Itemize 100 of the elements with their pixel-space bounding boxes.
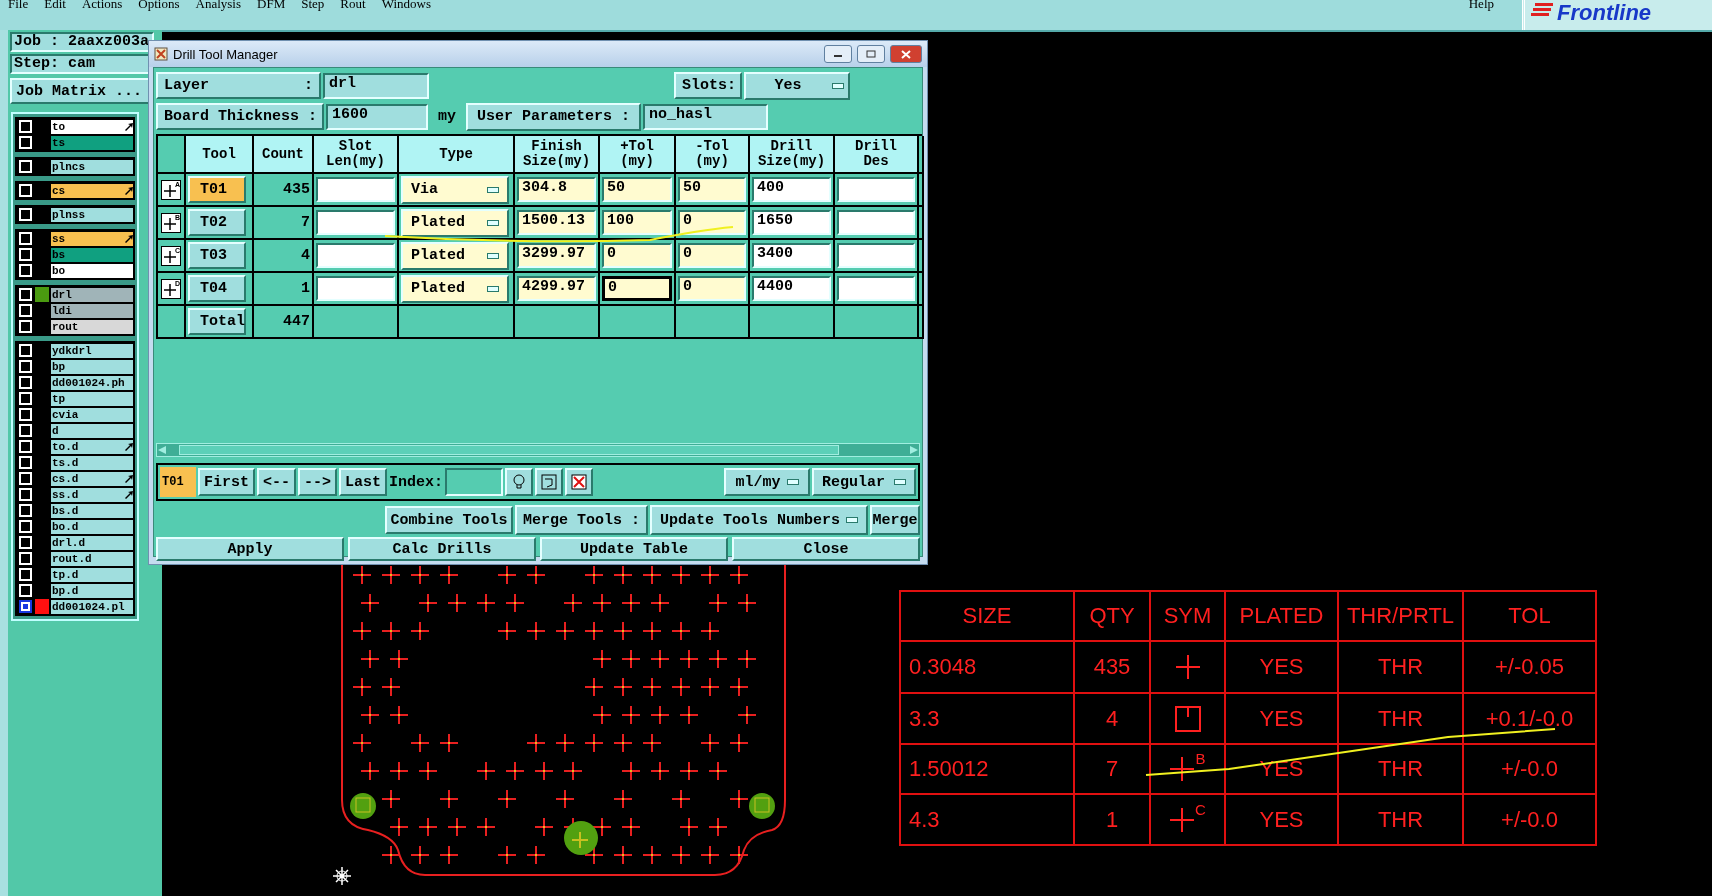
input-field[interactable]: 0 bbox=[678, 210, 746, 235]
layer-item[interactable]: cs.d bbox=[51, 471, 133, 486]
tool-button[interactable]: T04 bbox=[188, 275, 246, 302]
layer-name: ts bbox=[52, 136, 66, 149]
layer-item[interactable]: dd001024.ph bbox=[51, 375, 133, 390]
input-field[interactable]: 4299.97 bbox=[517, 276, 596, 301]
layer-item[interactable]: bs.d bbox=[51, 503, 133, 518]
input-field[interactable] bbox=[316, 210, 395, 235]
layer-checkbox[interactable] bbox=[19, 600, 32, 613]
layer-item[interactable]: dd001024.pl bbox=[51, 599, 133, 614]
scrollbar[interactable] bbox=[156, 443, 920, 457]
layer-item[interactable]: to.d bbox=[51, 439, 133, 454]
total-button[interactable]: Total bbox=[188, 308, 246, 335]
tool-button[interactable]: T01 bbox=[188, 176, 246, 203]
minimize-button[interactable] bbox=[824, 45, 852, 63]
input-field[interactable] bbox=[837, 177, 915, 202]
input-field[interactable]: 1500.13 bbox=[517, 210, 596, 235]
table-cell: +0.1/-0.0 bbox=[1485, 705, 1574, 732]
type-dropdown[interactable]: Plated bbox=[401, 208, 509, 237]
layer-item[interactable]: bp bbox=[51, 359, 133, 374]
layer-item[interactable]: rout.d bbox=[51, 551, 133, 566]
menu-item[interactable]: Step bbox=[293, 0, 333, 12]
input-field[interactable]: 400 bbox=[752, 177, 831, 202]
job-label: Job : 2aaxz003a bbox=[10, 32, 154, 52]
input-field[interactable]: 100 bbox=[602, 210, 672, 235]
close-button[interactable] bbox=[890, 45, 922, 63]
input-field[interactable]: 304.8 bbox=[517, 177, 596, 202]
input-field[interactable]: 0 bbox=[678, 243, 746, 268]
layer-item[interactable]: ss.d bbox=[51, 487, 133, 502]
input-field[interactable]: 50 bbox=[602, 177, 672, 202]
input-field[interactable]: 1650 bbox=[752, 210, 831, 235]
layer-item[interactable]: drl bbox=[51, 287, 133, 302]
units-dropdown[interactable]: ml/my bbox=[724, 468, 810, 496]
input-field[interactable]: 3400 bbox=[752, 243, 831, 268]
layer-name: cs.d bbox=[52, 472, 79, 485]
layer-item[interactable]: drl.d bbox=[51, 535, 133, 550]
input-field[interactable] bbox=[316, 276, 395, 301]
nav-button[interactable]: <-- bbox=[257, 468, 297, 496]
nav-button[interactable]: Last bbox=[339, 468, 388, 496]
undo-button[interactable] bbox=[535, 468, 564, 496]
index-field[interactable] bbox=[445, 468, 504, 496]
input-field[interactable] bbox=[837, 276, 915, 301]
nav-button[interactable]: --> bbox=[298, 468, 338, 496]
layer-item[interactable]: d bbox=[51, 423, 133, 438]
combine-tools-button[interactable]: Combine Tools bbox=[384, 506, 513, 534]
type-dropdown[interactable]: Plated bbox=[401, 241, 509, 270]
input-field[interactable] bbox=[316, 243, 395, 268]
layer-item[interactable]: ts bbox=[51, 135, 133, 150]
mode-dropdown[interactable]: Regular bbox=[812, 468, 916, 496]
input-field[interactable]: 0 bbox=[602, 276, 672, 301]
layer-item[interactable]: ss bbox=[51, 231, 133, 246]
merge-button[interactable]: Merge bbox=[870, 505, 920, 535]
input-field[interactable]: 0 bbox=[678, 276, 746, 301]
action-button[interactable]: Update Table bbox=[540, 537, 728, 561]
user-parameters-field[interactable]: no_hasl bbox=[643, 103, 768, 130]
table-cell: 7 bbox=[1105, 756, 1119, 782]
square-symbol-icon bbox=[1174, 705, 1201, 732]
slots-dropdown[interactable]: Yes bbox=[744, 71, 850, 100]
layer-item[interactable]: plnss bbox=[51, 207, 133, 222]
layer-item[interactable]: ts.d bbox=[51, 455, 133, 470]
layer-item[interactable]: bo bbox=[51, 263, 133, 278]
layer-item[interactable]: tp bbox=[51, 391, 133, 406]
action-button[interactable]: Apply bbox=[156, 537, 344, 561]
layer-item[interactable]: cvia bbox=[51, 407, 133, 422]
maximize-button[interactable] bbox=[857, 45, 885, 63]
action-button[interactable]: Calc Drills bbox=[348, 537, 536, 561]
input-field[interactable]: 50 bbox=[678, 177, 746, 202]
menu-item[interactable]: DFM bbox=[249, 0, 294, 12]
input-field[interactable] bbox=[316, 177, 395, 202]
layer-field[interactable]: drl bbox=[323, 72, 429, 99]
maximize-icon bbox=[866, 50, 876, 58]
type-dropdown[interactable]: Via bbox=[401, 175, 509, 204]
type-dropdown[interactable]: Plated bbox=[401, 274, 509, 303]
menu-item[interactable]: Rout bbox=[332, 0, 374, 12]
action-button[interactable]: Close bbox=[732, 537, 920, 561]
menu-item[interactable]: Actions bbox=[73, 0, 131, 12]
user-parameters-button[interactable]: User Parameters : bbox=[466, 102, 641, 131]
layer-item[interactable]: bo.d bbox=[51, 519, 133, 534]
input-field[interactable]: 0 bbox=[602, 243, 672, 268]
menu-item[interactable]: Options bbox=[130, 0, 188, 12]
layer-item[interactable]: bs bbox=[51, 247, 133, 262]
layer-item[interactable]: bp.d bbox=[51, 583, 133, 598]
input-field[interactable] bbox=[837, 243, 915, 268]
tool-button[interactable]: T03 bbox=[188, 242, 246, 269]
input-field[interactable]: 3299.97 bbox=[517, 243, 596, 268]
layer-item[interactable]: ldi bbox=[51, 303, 133, 318]
layer-item[interactable]: to bbox=[51, 119, 133, 134]
layer-item[interactable]: tp.d bbox=[51, 567, 133, 582]
thickness-field[interactable]: 1600 bbox=[326, 103, 428, 130]
layer-item[interactable]: ydkdrl bbox=[51, 343, 133, 358]
layer-item[interactable]: rout bbox=[51, 319, 133, 334]
input-field[interactable]: 4400 bbox=[752, 276, 831, 301]
bulb-button[interactable] bbox=[505, 468, 534, 496]
merge-option-dropdown[interactable]: Update Tools Numbers bbox=[650, 505, 868, 535]
tool-button[interactable]: T02 bbox=[188, 209, 246, 236]
layer-item[interactable]: cs bbox=[51, 183, 133, 198]
input-field[interactable] bbox=[837, 210, 915, 235]
delete-button[interactable] bbox=[565, 468, 594, 496]
layer-item[interactable]: plncs bbox=[51, 159, 133, 174]
nav-button[interactable]: First bbox=[198, 468, 255, 496]
